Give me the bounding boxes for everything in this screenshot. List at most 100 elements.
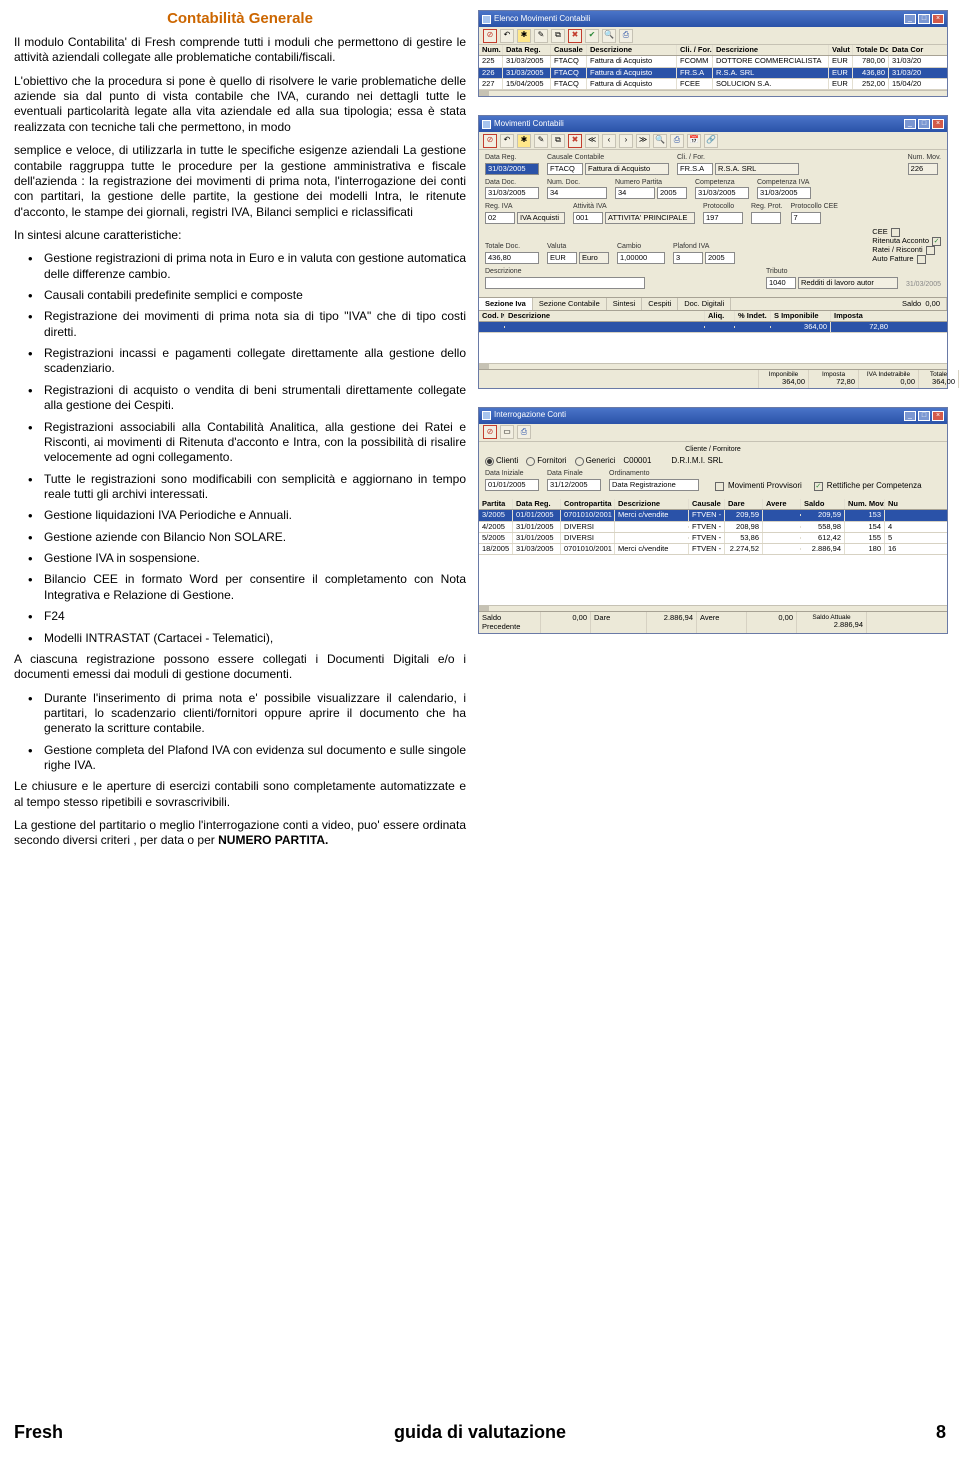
col-header[interactable]: Causale <box>551 45 587 55</box>
data-doc-field[interactable]: 31/03/2005 <box>485 187 539 199</box>
maximize-button[interactable]: □ <box>918 411 930 421</box>
protocollo-field[interactable]: 197 <box>703 212 743 224</box>
link-icon[interactable]: 🔗 <box>704 134 718 148</box>
table-row[interactable]: 5/200531/01/2005DIVERSIFTVEN -53,86612,4… <box>479 533 947 544</box>
data-finale-field[interactable]: 31/12/2005 <box>547 479 601 491</box>
col-header[interactable]: Nu <box>885 499 905 509</box>
rettifiche-competenza-checkbox[interactable]: ✓ <box>814 482 823 491</box>
col-header[interactable]: Data Reg. <box>513 499 561 509</box>
new-icon[interactable]: ✱ <box>517 134 531 148</box>
competenza-field[interactable]: 31/03/2005 <box>695 187 749 199</box>
stop-icon[interactable]: ⊘ <box>483 134 497 148</box>
table-row[interactable]: 22715/04/2005FTACQFattura di AcquistoFCE… <box>479 79 947 90</box>
stop-icon[interactable]: ⊘ <box>483 425 497 439</box>
col-header[interactable]: Valut <box>829 45 853 55</box>
close-button[interactable]: × <box>932 119 944 129</box>
protcee-field[interactable]: 7 <box>791 212 821 224</box>
attiva-field[interactable]: 001 <box>573 212 603 224</box>
movimenti-titlebar[interactable]: Movimenti Contabili _ □ × <box>479 116 947 132</box>
plafond-mese-field[interactable]: 3 <box>673 252 703 264</box>
search-icon[interactable]: 🔍 <box>653 134 667 148</box>
col-header[interactable]: Totale Do <box>853 45 889 55</box>
delete-icon[interactable]: ✖ <box>568 134 582 148</box>
minimize-button[interactable]: _ <box>904 411 916 421</box>
scrollbar[interactable] <box>479 90 947 96</box>
stop-icon[interactable]: ⊘ <box>483 29 497 43</box>
valuta-field[interactable]: EUR <box>547 252 577 264</box>
table-row[interactable]: 18/200531/03/20050701010/2001Merci c/ven… <box>479 544 947 555</box>
col-header[interactable]: Avere <box>763 499 801 509</box>
col-header[interactable]: Num. Mov. <box>845 499 885 509</box>
table-row-selected[interactable]: 22631/03/2005FTACQFattura di AcquistoFR.… <box>479 68 947 79</box>
col-header[interactable]: Descrizione <box>587 45 677 55</box>
data-iniziale-field[interactable]: 01/01/2005 <box>485 479 539 491</box>
col-header[interactable]: Cod. Iva <box>479 311 505 321</box>
descrizione-field[interactable] <box>485 277 645 289</box>
tab-cespiti[interactable]: Cespiti <box>642 298 678 310</box>
regprot-field[interactable] <box>751 212 781 224</box>
undo-icon[interactable]: ↶ <box>500 134 514 148</box>
print-icon[interactable]: ⎙ <box>670 134 684 148</box>
edit-icon[interactable]: ✎ <box>534 134 548 148</box>
calendar-icon[interactable]: 📅 <box>687 134 701 148</box>
tributo-cod-field[interactable]: 1040 <box>766 277 796 289</box>
table-row[interactable]: 22531/03/2005FTACQFattura di AcquistoFCO… <box>479 56 947 67</box>
col-header[interactable]: Data Cor <box>889 45 929 55</box>
doc-icon[interactable]: ▭ <box>500 425 514 439</box>
radio-fornitori[interactable] <box>526 457 535 466</box>
col-header[interactable]: Contropartita <box>561 499 615 509</box>
col-header[interactable]: Imposta <box>831 311 891 321</box>
copy-icon[interactable]: ⧉ <box>551 29 565 43</box>
col-header[interactable]: Descrizione <box>615 499 689 509</box>
col-header[interactable]: Num. Mov. <box>479 45 503 55</box>
copy-icon[interactable]: ⧉ <box>551 134 565 148</box>
col-header[interactable]: Saldo <box>801 499 845 509</box>
minimize-button[interactable]: _ <box>904 14 916 24</box>
nav-last-icon[interactable]: ≫ <box>636 134 650 148</box>
search-icon[interactable]: 🔍 <box>602 29 616 43</box>
col-header[interactable]: Partita <box>479 499 513 509</box>
tab-doc-digitali[interactable]: Doc. Digitali <box>678 298 731 310</box>
conto-cod-field[interactable]: C00001 <box>623 457 663 466</box>
col-header[interactable]: S Imponibile <box>771 311 831 321</box>
nav-next-icon[interactable]: › <box>619 134 633 148</box>
col-header[interactable]: Aliq. <box>705 311 735 321</box>
tab-sezione-iva[interactable]: Sezione Iva <box>479 298 533 310</box>
movimenti-provvisori-checkbox[interactable] <box>715 482 724 491</box>
regiva-field[interactable]: 02 <box>485 212 515 224</box>
minimize-button[interactable]: _ <box>904 119 916 129</box>
close-button[interactable]: × <box>932 411 944 421</box>
clifor-cod-field[interactable]: FR.S.A <box>677 163 713 175</box>
numpart-anno-field[interactable]: 2005 <box>657 187 687 199</box>
plafond-anno-field[interactable]: 2005 <box>705 252 735 264</box>
causale-cod-field[interactable]: FTACQ <box>547 163 583 175</box>
tab-sintesi[interactable]: Sintesi <box>607 298 643 310</box>
elenco-titlebar[interactable]: Elenco Movimenti Contabili _ □ × <box>479 11 947 27</box>
maximize-button[interactable]: □ <box>918 14 930 24</box>
col-header[interactable]: Cli. / For. <box>677 45 713 55</box>
numpart-field[interactable]: 34 <box>615 187 655 199</box>
table-row-selected[interactable]: 364,0072,80 <box>479 322 947 333</box>
col-header[interactable]: Descrizione <box>713 45 829 55</box>
nav-prev-icon[interactable]: ‹ <box>602 134 616 148</box>
autofatture-checkbox[interactable] <box>917 255 926 264</box>
radio-generici[interactable] <box>575 457 584 466</box>
undo-icon[interactable]: ↶ <box>500 29 514 43</box>
radio-clienti[interactable] <box>485 457 494 466</box>
interrogazione-titlebar[interactable]: Interrogazione Conti _ □ × <box>479 408 947 424</box>
print-icon[interactable]: ⎙ <box>619 29 633 43</box>
maximize-button[interactable]: □ <box>918 119 930 129</box>
ritenuta-checkbox[interactable]: ✓ <box>932 237 941 246</box>
competenza-iva-field[interactable]: 31/03/2005 <box>757 187 811 199</box>
cambio-field[interactable]: 1,00000 <box>617 252 665 264</box>
edit-icon[interactable]: ✎ <box>534 29 548 43</box>
table-row-selected[interactable]: 3/200501/01/20050701010/2001Merci c/vend… <box>479 510 947 521</box>
col-header[interactable]: Descrizione <box>505 311 705 321</box>
num-doc-field[interactable]: 34 <box>547 187 607 199</box>
new-icon[interactable]: ✱ <box>517 29 531 43</box>
table-row[interactable]: 4/200531/01/2005DIVERSIFTVEN -208,98558,… <box>479 522 947 533</box>
confirm-icon[interactable]: ✔ <box>585 29 599 43</box>
col-header[interactable]: Dare <box>725 499 763 509</box>
ordinamento-select[interactable]: Data Registrazione <box>609 479 699 491</box>
col-header[interactable]: Causale <box>689 499 725 509</box>
